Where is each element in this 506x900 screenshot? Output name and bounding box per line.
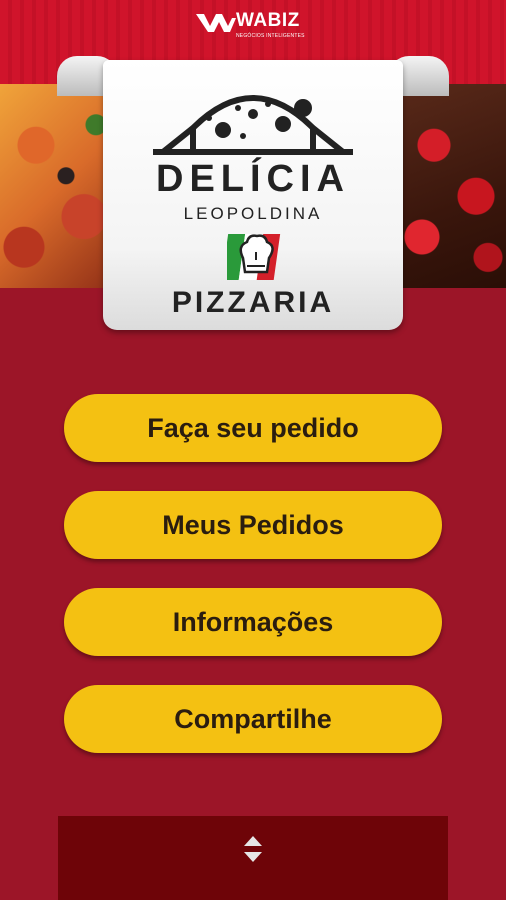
info-button[interactable]: Informações <box>64 588 442 656</box>
chef-hat-icon <box>227 234 281 280</box>
brand-logo: DELÍCIA LEOPOLDINA PIZZARIA <box>57 56 449 332</box>
bottom-panel <box>58 816 448 900</box>
logo-card: DELÍCIA LEOPOLDINA PIZZARIA <box>103 60 403 330</box>
brand-pizzaria: PIZZARIA <box>171 286 335 319</box>
wabiz-logo: WABIZ NEGÓCIOS INTELIGENTES <box>196 10 316 44</box>
expand-collapse-icon[interactable] <box>241 834 265 864</box>
share-button[interactable]: Compartilhe <box>64 685 442 753</box>
pizza-arch-icon <box>153 95 353 155</box>
brand-title: DELÍCIA <box>156 158 350 200</box>
vendor-name: WABIZ <box>236 10 300 31</box>
vendor-tagline: NEGÓCIOS INTELIGENTES <box>236 33 305 39</box>
my-orders-button[interactable]: Meus Pedidos <box>64 491 442 559</box>
order-button[interactable]: Faça seu pedido <box>64 394 442 462</box>
brand-subtitle: LEOPOLDINA <box>183 204 323 223</box>
wabiz-mark-icon <box>196 14 236 32</box>
